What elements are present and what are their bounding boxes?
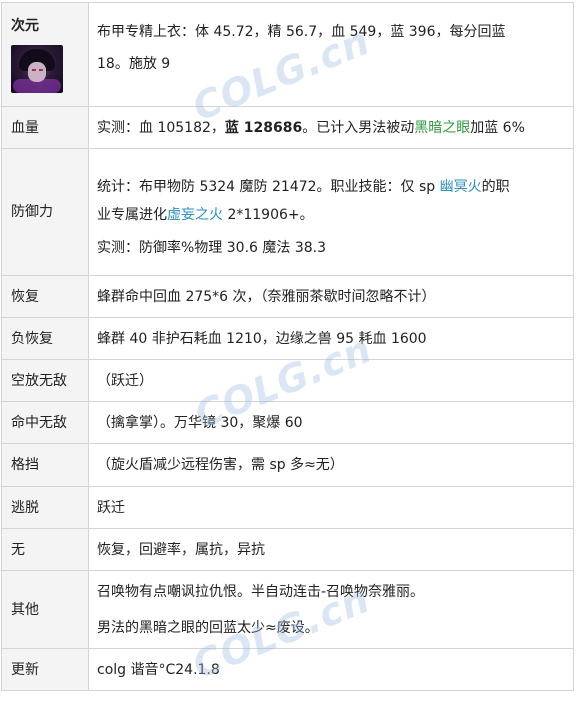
content-text: 统计：布甲物防 5324 魔防 21472。职业技能：仅 sp bbox=[97, 179, 440, 195]
skill-link-false-fire[interactable]: 虚妄之火 bbox=[167, 207, 223, 223]
table-row: 更新 colg 谐音°C24.1.8 bbox=[1, 648, 574, 691]
row-content: （擒拿掌）。万华镜 30，聚爆 60 bbox=[88, 401, 574, 444]
table-row: 负恢复 蜂群 40 非护石耗血 1210，边缘之兽 95 耗血 1600 bbox=[1, 317, 574, 360]
content-line: 男法的黑暗之眼的回蓝太少≈废设。 bbox=[97, 619, 319, 636]
row-content: （旋火盾减少远程伤害，需 sp 多≈无） bbox=[88, 443, 574, 487]
character-avatar bbox=[11, 45, 63, 93]
table-row: 无 恢复，回避率，属抗，异抗 bbox=[1, 528, 574, 571]
content-text: 的职 bbox=[481, 179, 510, 195]
content-text: 业专属进化 bbox=[97, 207, 167, 223]
table-row: 空放无敌 （跃迁） bbox=[1, 359, 574, 402]
content-line: 布甲专精上衣：体 45.72，精 56.7，血 549，蓝 396，每分回蓝 bbox=[97, 24, 506, 40]
skill-link-nether-fire[interactable]: 幽冥火 bbox=[440, 179, 482, 195]
row-content: （跃迁） bbox=[88, 359, 574, 402]
row-label: 更新 bbox=[1, 648, 89, 691]
row-content: 布甲专精上衣：体 45.72，精 56.7，血 549，蓝 396，每分回蓝 1… bbox=[88, 2, 574, 107]
table-row: 次元 布甲专精上衣：体 45.72，精 56.7，血 549，蓝 396，每分回… bbox=[1, 2, 574, 107]
row-label-cell: 次元 bbox=[1, 2, 89, 107]
table-row: 格挡 （旋火盾减少远程伤害，需 sp 多≈无） bbox=[1, 443, 574, 487]
row-content: 实测：血 105182，蓝 128686。已计入男法被动黑暗之眼加蓝 6% bbox=[88, 106, 574, 149]
content-text: 加蓝 6% bbox=[470, 119, 525, 136]
row-content: 统计：布甲物防 5324 魔防 21472。职业技能：仅 sp 幽冥火的职 业专… bbox=[88, 148, 574, 276]
row-content: 召唤物有点嘲讽拉仇恨。半自动连击-召唤物奈雅丽。 男法的黑暗之眼的回蓝太少≈废设… bbox=[88, 570, 574, 649]
row-label: 负恢复 bbox=[1, 317, 89, 360]
content-text: 实测：血 105182， bbox=[97, 119, 225, 136]
row-label: 逃脱 bbox=[1, 486, 89, 529]
row-label: 命中无敌 bbox=[1, 401, 89, 444]
row-content: 跃迁 bbox=[88, 486, 574, 529]
row-content: 蜂群 40 非护石耗血 1210，边缘之兽 95 耗血 1600 bbox=[88, 317, 574, 360]
row-label: 无 bbox=[1, 528, 89, 571]
content-text: 2*11906+。 bbox=[223, 207, 314, 223]
stats-table: 次元 布甲专精上衣：体 45.72，精 56.7，血 549，蓝 396，每分回… bbox=[1, 2, 574, 691]
table-row: 其他 召唤物有点嘲讽拉仇恨。半自动连击-召唤物奈雅丽。 男法的黑暗之眼的回蓝太少… bbox=[1, 570, 574, 649]
content-line: 18。施放 9 bbox=[97, 56, 171, 72]
row-label: 格挡 bbox=[1, 443, 89, 487]
table-row: 防御力 统计：布甲物防 5324 魔防 21472。职业技能：仅 sp 幽冥火的… bbox=[1, 148, 574, 276]
row-content: 蜂群命中回血 275*6 次，（奈雅丽茶歇时间忽略不计） bbox=[88, 275, 574, 318]
row-content: 恢复，回避率，属抗，异抗 bbox=[88, 528, 574, 571]
table-row: 恢复 蜂群命中回血 275*6 次，（奈雅丽茶歇时间忽略不计） bbox=[1, 275, 574, 318]
row-content: colg 谐音°C24.1.8 bbox=[88, 648, 574, 691]
row-label: 空放无敌 bbox=[1, 359, 89, 402]
table-row: 逃脱 跃迁 bbox=[1, 486, 574, 529]
row-label: 次元 bbox=[11, 18, 39, 34]
table-row: 血量 实测：血 105182，蓝 128686。已计入男法被动黑暗之眼加蓝 6% bbox=[1, 106, 574, 149]
row-label: 防御力 bbox=[1, 148, 89, 276]
content-line: 召唤物有点嘲讽拉仇恨。半自动连击-召唤物奈雅丽。 bbox=[97, 583, 425, 600]
table-row: 命中无敌 （擒拿掌）。万华镜 30，聚爆 60 bbox=[1, 401, 574, 444]
row-label: 血量 bbox=[1, 106, 89, 149]
content-text: 。已计入男法被动 bbox=[302, 119, 415, 136]
skill-link-dark-eye[interactable]: 黑暗之眼 bbox=[414, 120, 470, 136]
content-line: 实测：防御率%物理 30.6 魔法 38.3 bbox=[97, 240, 326, 256]
row-label: 其他 bbox=[1, 570, 89, 649]
row-label: 恢复 bbox=[1, 275, 89, 318]
mana-value: 蓝 128686 bbox=[224, 119, 303, 136]
